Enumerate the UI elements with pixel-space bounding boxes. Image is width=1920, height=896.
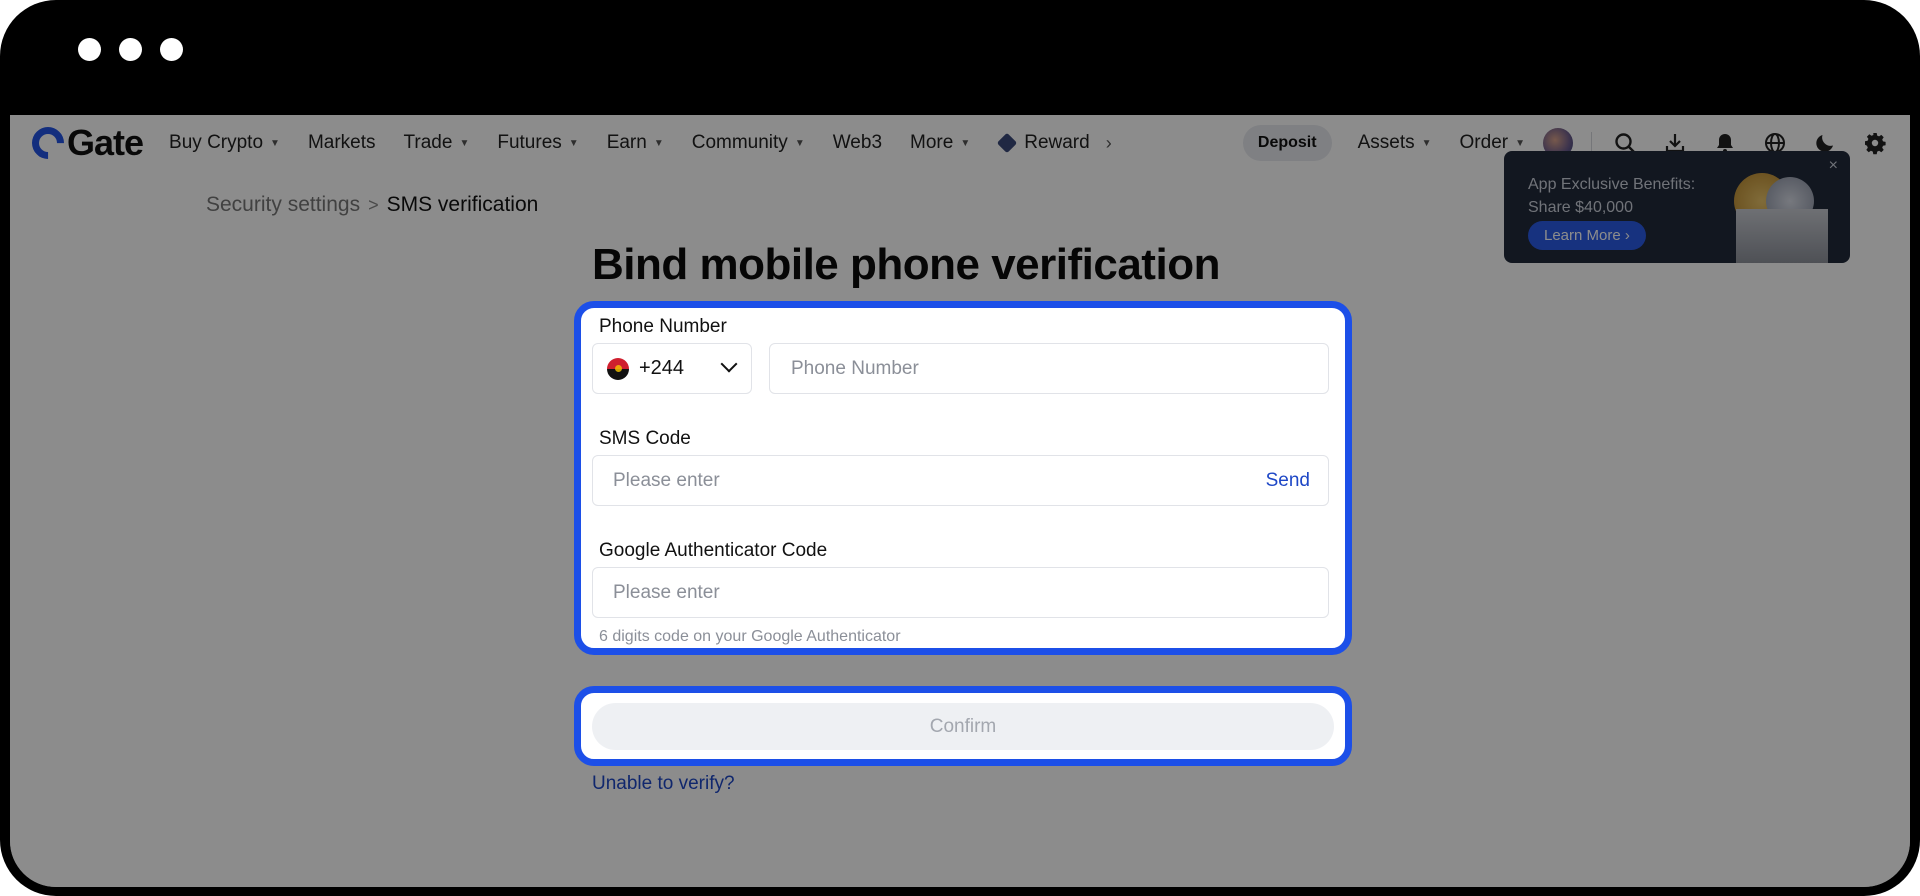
sms-code-input[interactable]: Please enter Send xyxy=(592,455,1329,506)
angola-flag-icon xyxy=(607,357,629,380)
verification-form: Phone Number +244 Phone Number SMS Code … xyxy=(574,301,1352,655)
phone-number-input[interactable]: Phone Number xyxy=(769,343,1329,394)
phone-number-placeholder: Phone Number xyxy=(791,357,919,379)
google-authenticator-hint: 6 digits code on your Google Authenticat… xyxy=(599,628,901,645)
google-authenticator-input[interactable]: Please enter xyxy=(592,567,1329,618)
google-authenticator-label: Google Authenticator Code xyxy=(599,540,828,561)
sms-code-placeholder: Please enter xyxy=(613,469,720,491)
window-minimize-dot[interactable] xyxy=(119,38,142,61)
send-code-button[interactable]: Send xyxy=(1266,470,1310,492)
window-maximize-dot[interactable] xyxy=(160,38,183,61)
country-code-value: +244 xyxy=(639,357,685,379)
confirm-container: Confirm xyxy=(574,686,1352,766)
device-frame: Gate Buy Crypto ▼ Markets Trade ▼ Futures ▼… xyxy=(0,0,1920,896)
country-code-select[interactable]: +244 xyxy=(592,343,752,394)
sms-code-label: SMS Code xyxy=(599,428,691,449)
confirm-button[interactable]: Confirm xyxy=(592,703,1334,750)
browser-viewport: Gate Buy Crypto ▼ Markets Trade ▼ Futures ▼… xyxy=(10,115,1910,887)
window-close-dot[interactable] xyxy=(78,38,101,61)
google-authenticator-placeholder: Please enter xyxy=(613,581,720,603)
window-controls xyxy=(78,38,183,61)
chevron-down-icon xyxy=(720,355,738,373)
phone-number-label: Phone Number xyxy=(599,316,727,337)
